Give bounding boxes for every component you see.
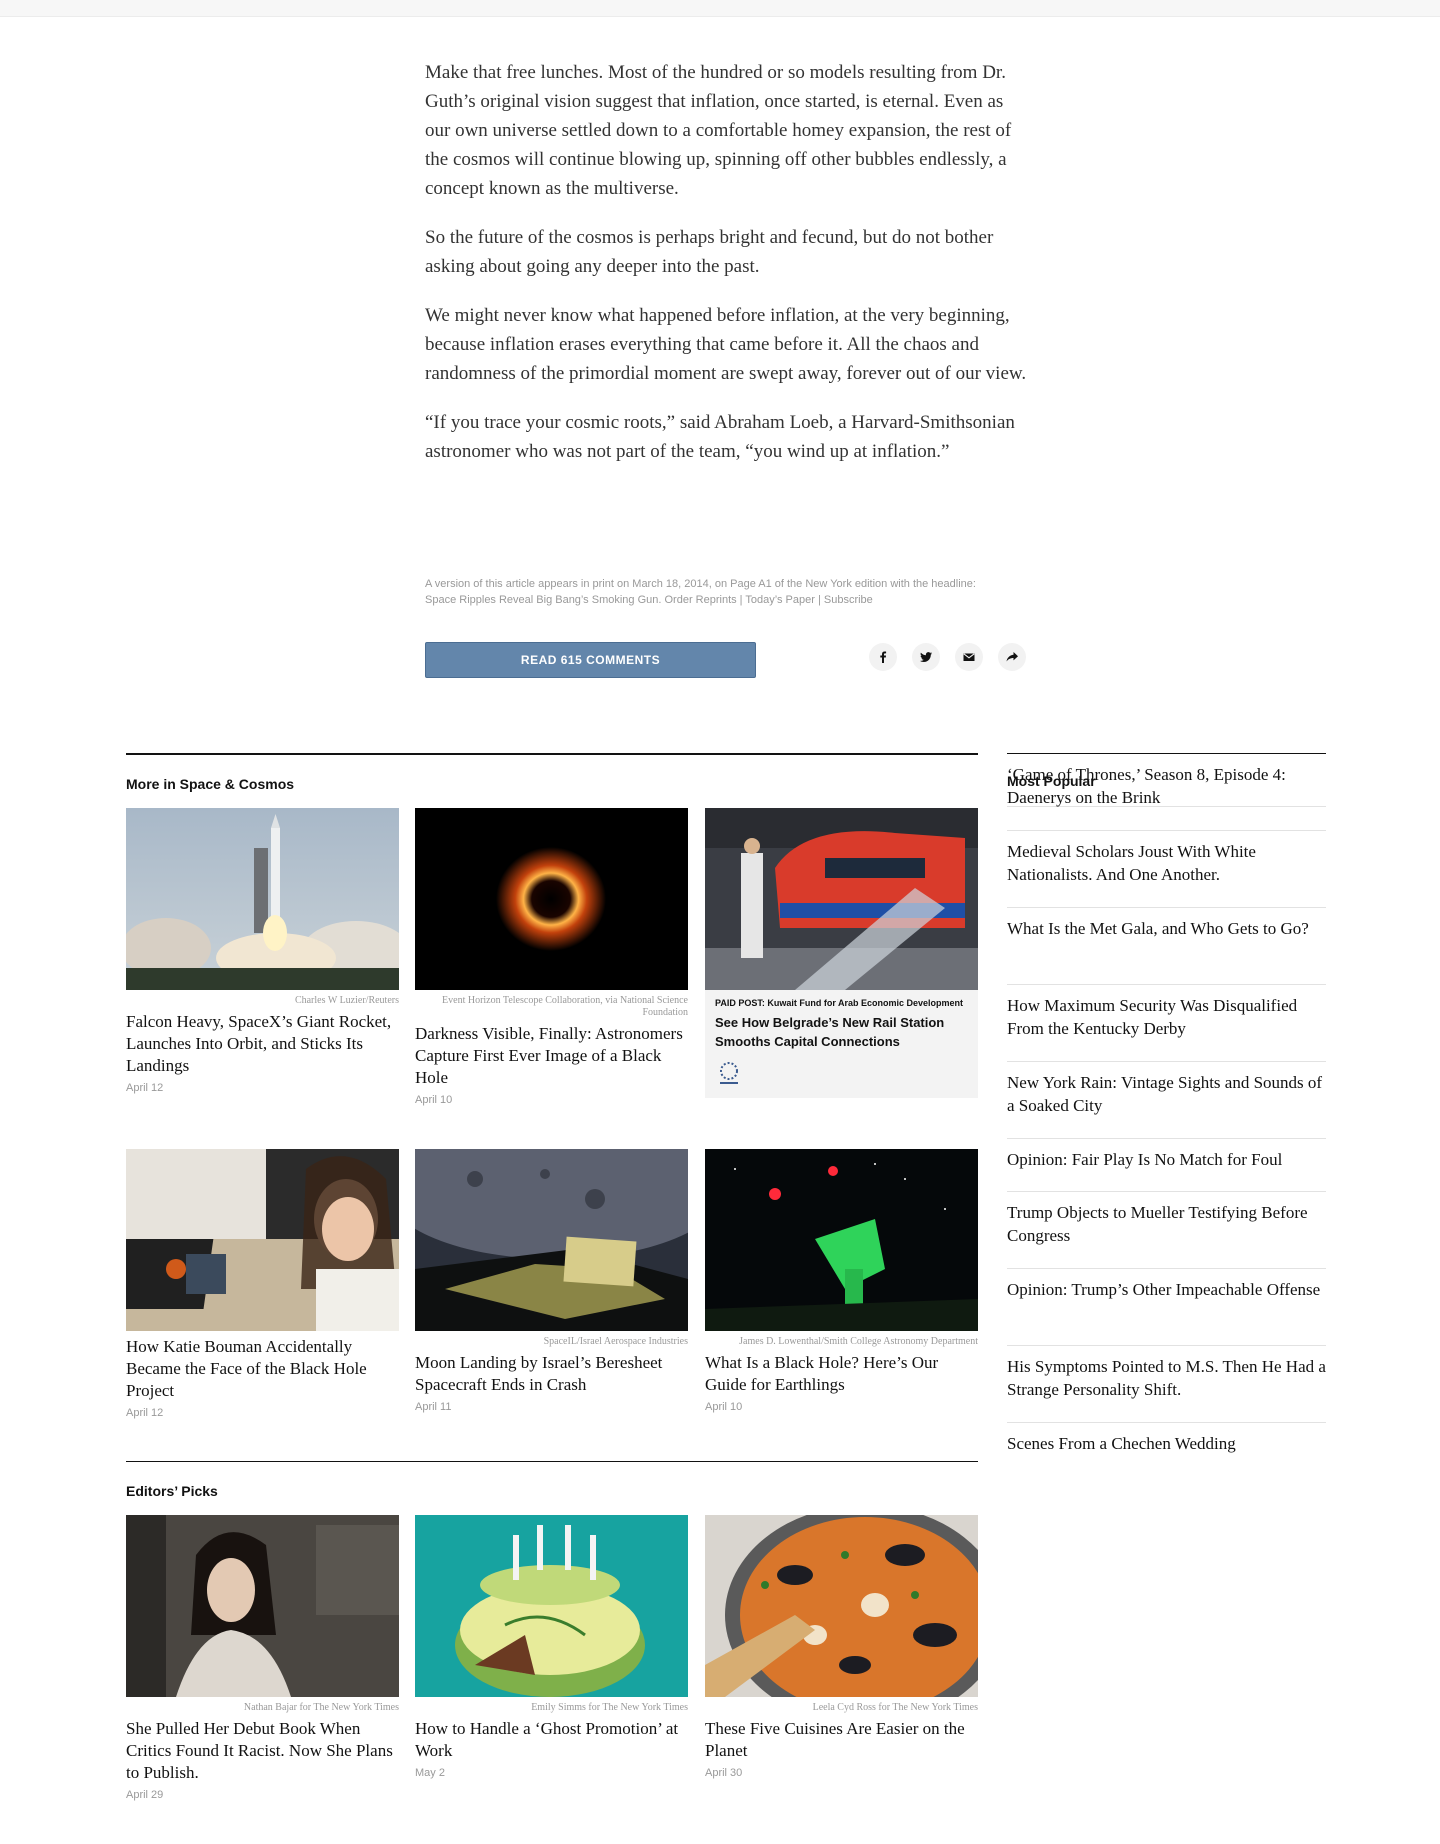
- most-popular-list: ‘Game of Thrones,’ Season 8, Episode 4: …: [1007, 754, 1326, 1500]
- paid-post-image[interactable]: [705, 808, 978, 990]
- photo-credit: Emily Simms for The New York Times: [531, 1702, 688, 1713]
- story-headline[interactable]: She Pulled Her Debut Book When Critics F…: [126, 1718, 399, 1784]
- story-date: April 12: [126, 1407, 164, 1419]
- story-image[interactable]: [126, 1515, 399, 1697]
- twitter-icon: [920, 652, 932, 662]
- story-card[interactable]: How Katie Bouman Accidentally Became the…: [126, 1149, 399, 1419]
- story-date: April 30: [705, 1767, 743, 1779]
- most-popular-item[interactable]: How Maximum Security Was Disqualified Fr…: [1007, 985, 1326, 1062]
- story-image[interactable]: [415, 808, 688, 990]
- story-card[interactable]: Event Horizon Telescope Collaboration, v…: [415, 808, 688, 1106]
- section-divider: [126, 753, 978, 755]
- photo-credit: Nathan Bajar for The New York Times: [243, 1702, 399, 1713]
- article-paragraph: So the future of the cosmos is perhaps b…: [425, 227, 994, 277]
- story-image[interactable]: [126, 808, 399, 990]
- read-comments-button[interactable]: READ 615 COMMENTS: [425, 642, 756, 678]
- story-date: April 29: [126, 1789, 164, 1801]
- story-headline[interactable]: These Five Cuisines Are Easier on the Pl…: [705, 1718, 978, 1762]
- story-image[interactable]: [415, 1149, 688, 1331]
- story-headline[interactable]: How to Handle a ‘Ghost Promotion’ at Wor…: [415, 1718, 688, 1762]
- article-paragraph: We might never know what happened before…: [425, 305, 1027, 384]
- most-popular-item[interactable]: His Symptoms Pointed to M.S. Then He Had…: [1007, 1346, 1326, 1423]
- print-note-line: A version of this article appears in pri…: [425, 578, 976, 590]
- share-icon: [1006, 652, 1018, 662]
- story-date: April 10: [705, 1401, 743, 1413]
- paid-post-card[interactable]: PAID POST: Kuwait Fund for Arab Economic…: [705, 808, 978, 1098]
- story-headline[interactable]: What Is a Black Hole? Here’s Our Guide f…: [705, 1352, 978, 1396]
- paid-post-label: PAID POST: Kuwait Fund for Arab Economic…: [715, 998, 964, 1008]
- story-date: April 12: [126, 1082, 164, 1094]
- story-image[interactable]: [126, 1149, 399, 1331]
- sponsor-logo: [715, 1059, 743, 1087]
- paid-post-headline[interactable]: See How Belgrade’s New Rail Station Smoo…: [715, 1013, 968, 1051]
- story-date: May 2: [415, 1767, 445, 1779]
- section-divider: [126, 1461, 978, 1462]
- photo-credit: SpaceIL/Israel Aerospace Industries: [543, 1336, 688, 1347]
- article-paragraph: “If you trace your cosmic roots,” said A…: [425, 412, 1015, 462]
- story-card[interactable]: Emily Simms for The New York Times How t…: [415, 1515, 688, 1779]
- story-card[interactable]: Charles W Luzier/Reuters Falcon Heavy, S…: [126, 808, 399, 1094]
- email-share-button[interactable]: [955, 643, 983, 671]
- editors-picks-title: Editors’ Picks: [126, 1483, 218, 1499]
- story-date: April 10: [415, 1094, 453, 1106]
- story-card[interactable]: Leela Cyd Ross for The New York Times Th…: [705, 1515, 978, 1779]
- most-popular-item[interactable]: Trump Objects to Mueller Testifying Befo…: [1007, 1192, 1326, 1269]
- story-card[interactable]: SpaceIL/Israel Aerospace Industries Moon…: [415, 1149, 688, 1413]
- article-paragraph: Make that free lunches. Most of the hund…: [425, 62, 1012, 199]
- top-bar: [0, 0, 1440, 17]
- most-popular-item[interactable]: Opinion: Trump’s Other Impeachable Offen…: [1007, 1269, 1326, 1346]
- story-headline[interactable]: Darkness Visible, Finally: Astronomers C…: [415, 1023, 688, 1089]
- more-share-button[interactable]: [998, 643, 1026, 671]
- most-popular-item[interactable]: Scenes From a Chechen Wedding: [1007, 1423, 1326, 1500]
- print-note-links[interactable]: Space Ripples Reveal Big Bang’s Smoking …: [425, 592, 1025, 608]
- story-card[interactable]: Nathan Bajar for The New York Times She …: [126, 1515, 399, 1801]
- most-popular-item[interactable]: ‘Game of Thrones,’ Season 8, Episode 4: …: [1007, 754, 1326, 831]
- facebook-share-button[interactable]: [869, 643, 897, 671]
- story-card[interactable]: James D. Lowenthal/Smith College Astrono…: [705, 1149, 978, 1413]
- email-icon: [963, 653, 975, 661]
- story-headline[interactable]: Falcon Heavy, SpaceX’s Giant Rocket, Lau…: [126, 1011, 399, 1077]
- most-popular-item[interactable]: Opinion: Fair Play Is No Match for Foul: [1007, 1139, 1326, 1192]
- most-popular-item[interactable]: What Is the Met Gala, and Who Gets to Go…: [1007, 908, 1326, 985]
- article-body: Make that free lunches. Most of the hund…: [425, 58, 1030, 486]
- story-image[interactable]: [705, 1515, 978, 1697]
- story-headline[interactable]: Moon Landing by Israel’s Beresheet Space…: [415, 1352, 688, 1396]
- most-popular-item[interactable]: New York Rain: Vintage Sights and Sounds…: [1007, 1062, 1326, 1139]
- more-in-space-title: More in Space & Cosmos: [126, 776, 295, 792]
- photo-credit: Charles W Luzier/Reuters: [294, 995, 399, 1006]
- twitter-share-button[interactable]: [912, 643, 940, 671]
- most-popular-item[interactable]: Medieval Scholars Joust With White Natio…: [1007, 831, 1326, 908]
- photo-credit: Leela Cyd Ross for The New York Times: [812, 1702, 978, 1713]
- print-edition-note: A version of this article appears in pri…: [425, 576, 1025, 608]
- photo-credit: Event Horizon Telescope Collaboration, v…: [442, 995, 688, 1018]
- story-headline[interactable]: How Katie Bouman Accidentally Became the…: [126, 1336, 399, 1402]
- story-image[interactable]: [705, 1149, 978, 1331]
- story-date: April 11: [415, 1401, 452, 1413]
- facebook-icon: [880, 651, 887, 663]
- story-image[interactable]: [415, 1515, 688, 1697]
- photo-credit: James D. Lowenthal/Smith College Astrono…: [739, 1336, 978, 1347]
